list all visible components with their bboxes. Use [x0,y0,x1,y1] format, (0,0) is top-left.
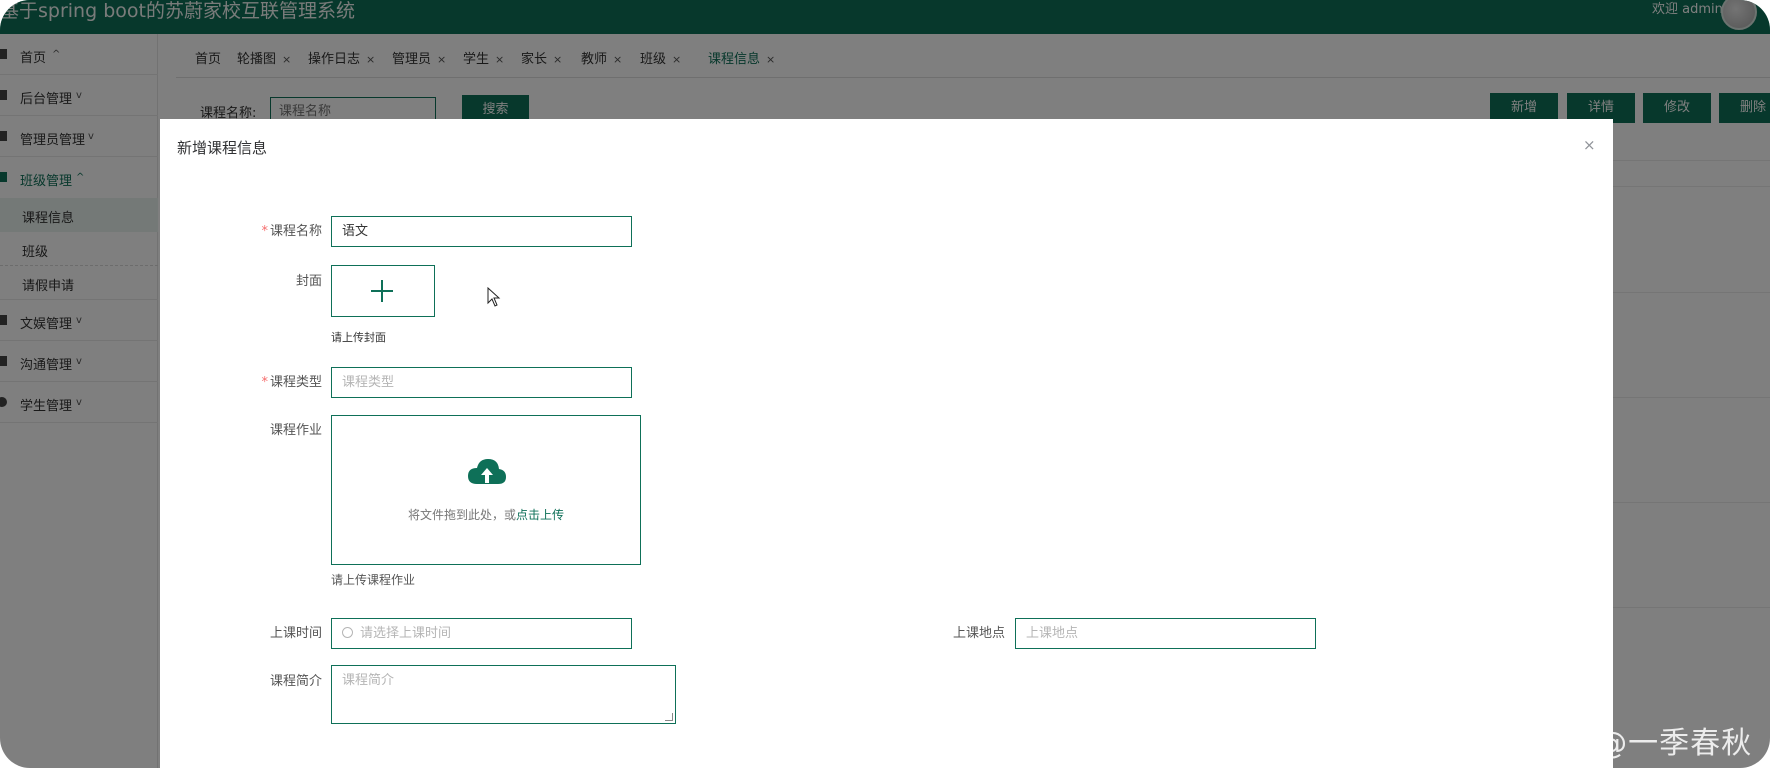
click-upload-link[interactable]: 点击上传 [516,508,564,522]
cloud-upload-icon [468,459,506,484]
app-window: 基于spring boot的苏蔚家校互联管理系统 欢迎 admin 首页 ^ 后… [0,0,1770,768]
dialog-title: 新增课程信息 [177,139,268,157]
location-label: 上课地点 [952,626,1005,641]
cover-hint: 请上传封面 [331,331,386,344]
clock-icon [342,627,353,638]
intro-label: 课程简介 [269,674,322,689]
resize-handle-icon[interactable] [665,713,673,721]
required-mark: * [261,375,268,390]
intro-placeholder: 课程简介 [342,673,395,688]
mouse-cursor-icon [487,287,501,307]
required-mark: * [261,224,268,239]
homework-label: 课程作业 [269,423,322,438]
watermark: CSDN @一季春秋 [1497,726,1753,761]
dropzone-text: 将文件拖到此处，或点击上传 [407,508,565,522]
close-icon[interactable]: × [1583,136,1596,154]
course-name-input[interactable]: 语文 [331,216,632,247]
class-time-label: 上课时间 [269,626,322,641]
class-time-picker[interactable]: 请选择上课时间 [331,618,632,649]
class-time-placeholder: 请选择上课时间 [360,626,452,641]
course-name-label: * 课程名称 [261,224,322,239]
course-type-label: * 课程类型 [261,375,322,390]
homework-hint: 请上传课程作业 [331,573,416,587]
homework-dropzone[interactable]: 将文件拖到此处，或点击上传 [331,415,641,565]
intro-textarea[interactable]: 课程简介 [331,665,676,724]
add-course-dialog: 新增课程信息 × * 课程名称 语文 封面 请上传封面 * 课程类型 课程类型 课程… [160,119,1613,768]
cover-upload[interactable] [331,265,435,317]
cover-label: 封面 [295,274,322,289]
plus-icon [381,280,383,302]
course-type-input[interactable]: 课程类型 [331,367,632,398]
location-input[interactable]: 上课地点 [1015,618,1316,649]
